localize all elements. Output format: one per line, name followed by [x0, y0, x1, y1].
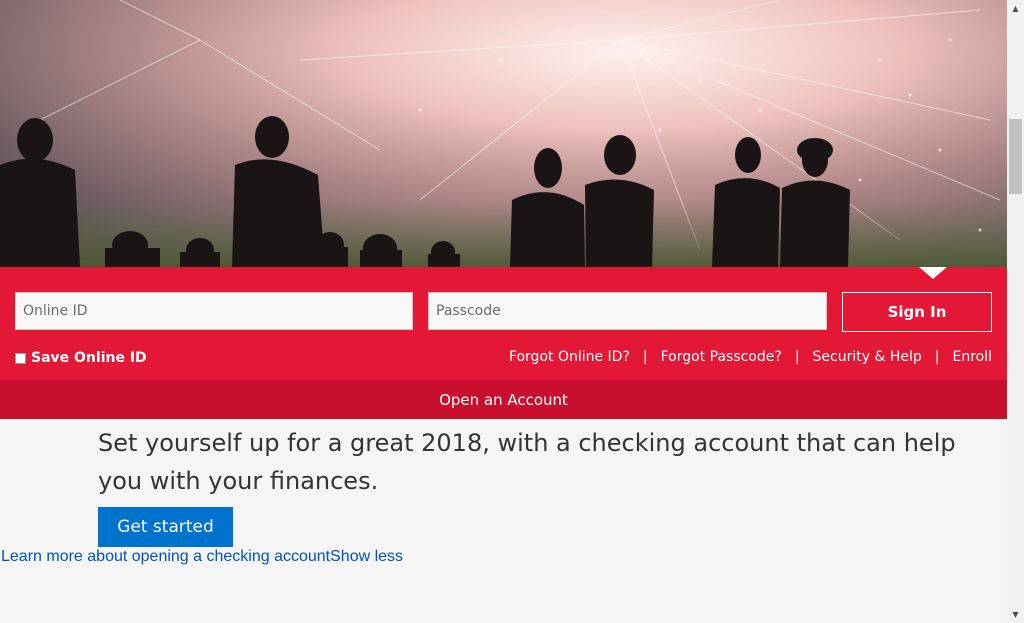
- forgot-passcode-link[interactable]: Forgot Passcode?: [661, 349, 782, 365]
- link-separator: |: [934, 349, 940, 365]
- learn-more-link[interactable]: Learn more about opening a checking acco…: [1, 548, 330, 565]
- passcode-input[interactable]: [428, 292, 827, 330]
- sign-in-button[interactable]: Sign In: [842, 292, 992, 332]
- save-online-id[interactable]: Save Online ID: [15, 350, 147, 366]
- save-online-id-label: Save Online ID: [31, 350, 147, 366]
- promo-headline: Set yourself up for a great 2018, with a…: [98, 429, 956, 495]
- fireworks-crowd-image: [0, 0, 1007, 267]
- online-id-input[interactable]: [15, 292, 413, 330]
- enroll-link[interactable]: Enroll: [952, 349, 992, 365]
- scroll-up-arrow-icon[interactable]: ▲: [1007, 0, 1024, 17]
- learn-more-row: Learn more about opening a checking acco…: [1, 548, 403, 566]
- hero-image: [0, 0, 1007, 267]
- vertical-scrollbar[interactable]: ▲ ▼: [1007, 0, 1024, 623]
- panel-pointer: [919, 267, 947, 279]
- security-help-link[interactable]: Security & Help: [813, 349, 922, 365]
- save-online-id-checkbox[interactable]: [15, 352, 26, 364]
- forgot-online-id-link[interactable]: Forgot Online ID?: [509, 349, 630, 365]
- scroll-down-arrow-icon[interactable]: ▼: [1007, 606, 1024, 623]
- link-separator: |: [794, 349, 800, 365]
- get-started-button[interactable]: Get started: [98, 507, 233, 547]
- show-less-link[interactable]: Show less: [330, 548, 403, 565]
- link-separator: |: [642, 349, 648, 365]
- open-account-button[interactable]: Open an Account: [0, 380, 1007, 419]
- page: Sign In Save Online ID Forgot Online ID?…: [0, 0, 1007, 623]
- scrollbar-thumb[interactable]: [1009, 119, 1022, 194]
- signin-links: Forgot Online ID? | Forgot Passcode? | S…: [509, 349, 992, 365]
